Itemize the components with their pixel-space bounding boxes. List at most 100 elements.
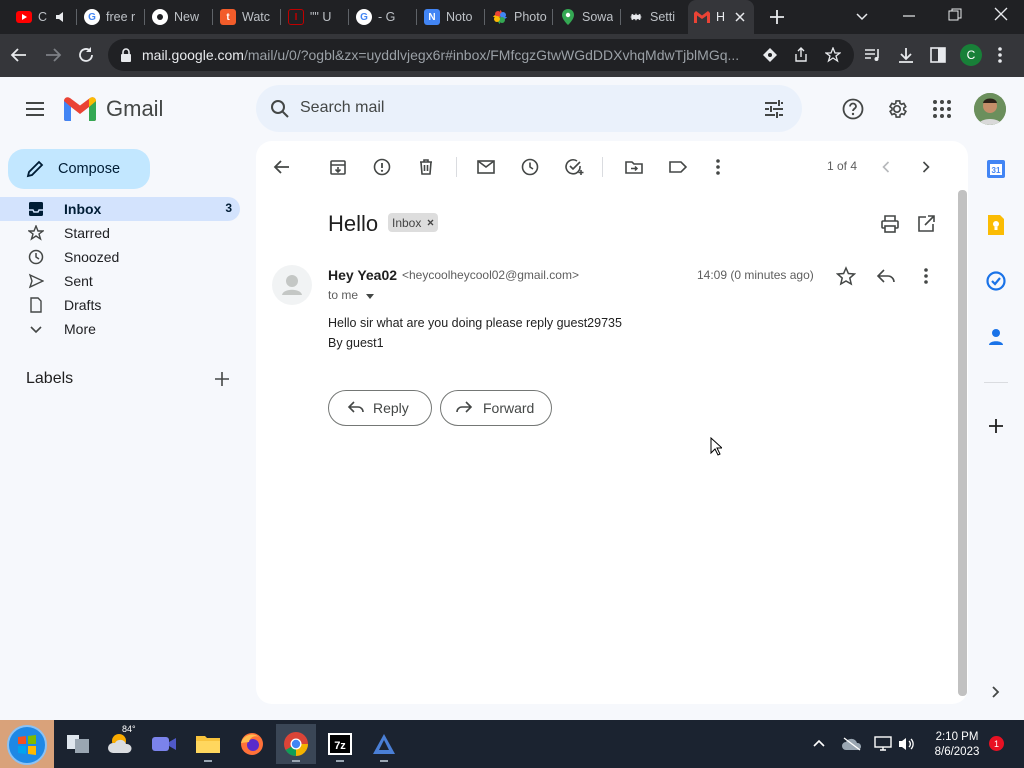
minimize-icon[interactable] xyxy=(902,9,916,23)
taskbar-clock-time[interactable]: 2:10 PM xyxy=(930,731,984,743)
restore-icon[interactable] xyxy=(948,8,962,22)
sidebar-item-sent[interactable]: Sent xyxy=(0,269,240,293)
tab-photos[interactable]: Photo xyxy=(492,4,548,30)
task-view-icon[interactable] xyxy=(58,724,98,764)
search-options-icon[interactable] xyxy=(764,99,784,119)
compose-button[interactable]: Compose xyxy=(8,149,150,189)
recipient-details[interactable]: to me xyxy=(328,288,375,302)
sidebar-item-starred[interactable]: Starred xyxy=(0,221,240,245)
forward-button[interactable]: Forward xyxy=(440,390,552,426)
bookmark-star-icon[interactable] xyxy=(825,47,841,63)
mark-unread-icon[interactable] xyxy=(476,157,496,177)
scrollbar[interactable] xyxy=(958,190,967,696)
expand-panel-chevron-icon[interactable] xyxy=(984,680,1008,704)
sender-name[interactable]: Hey Yea02 xyxy=(328,267,397,283)
7zip-icon[interactable]: 7z xyxy=(320,724,360,764)
snooze-clock-icon[interactable] xyxy=(520,157,540,177)
more-options-icon[interactable] xyxy=(708,157,728,177)
search-bar[interactable]: Search mail xyxy=(256,85,802,132)
browser-toolbar: mail.google.com/mail/u/0/?ogbl&zx=uyddlv… xyxy=(0,34,1024,77)
search-input[interactable]: Search mail xyxy=(300,99,384,117)
search-icon[interactable] xyxy=(270,99,290,119)
media-controls-icon[interactable] xyxy=(864,47,882,63)
sidebar-item-drafts[interactable]: Drafts xyxy=(0,293,240,317)
url-text[interactable]: mail.google.com/mail/u/0/?ogbl&zx=uyddlv… xyxy=(142,47,748,63)
sidebar-item-inbox[interactable]: Inbox 3 xyxy=(0,197,240,221)
tab-u[interactable]: I "" U xyxy=(288,4,344,30)
new-tab-icon[interactable] xyxy=(767,7,787,27)
notification-badge[interactable]: 1 xyxy=(989,736,1004,751)
browser-tab-bar: C G free r New t Watc I "" U G - G N Not… xyxy=(0,0,1024,34)
send-icon xyxy=(28,273,44,289)
reload-icon[interactable] xyxy=(77,46,95,64)
email-more-icon[interactable] xyxy=(916,266,936,286)
lens-icon[interactable] xyxy=(762,47,778,63)
newer-chevron-icon[interactable] xyxy=(876,157,896,177)
back-to-inbox-icon[interactable] xyxy=(272,157,292,177)
tab-youtube[interactable]: C xyxy=(16,4,72,30)
delete-trash-icon[interactable] xyxy=(416,157,436,177)
tab-gmail-active[interactable]: H xyxy=(688,0,754,34)
share-icon[interactable] xyxy=(793,47,809,63)
label-tag-icon[interactable] xyxy=(668,157,688,177)
forward-arrow-icon[interactable] xyxy=(44,46,62,64)
tab-maps[interactable]: Sowa xyxy=(560,4,616,30)
tab-watch[interactable]: t Watc xyxy=(220,4,276,30)
keep-notes-icon[interactable] xyxy=(984,213,1008,237)
chrome-taskbar-icon[interactable] xyxy=(276,724,316,764)
tasks-icon[interactable] xyxy=(984,269,1008,293)
gmail-logo[interactable]: Gmail xyxy=(64,96,163,122)
file-explorer-icon[interactable] xyxy=(188,724,228,764)
firefox-icon[interactable] xyxy=(232,724,272,764)
calendar-icon[interactable]: 31 xyxy=(984,157,1008,181)
open-new-window-icon[interactable] xyxy=(916,214,936,234)
add-task-icon[interactable] xyxy=(564,157,584,177)
start-button[interactable] xyxy=(0,720,54,768)
move-to-folder-icon[interactable] xyxy=(624,157,644,177)
sender-avatar[interactable] xyxy=(272,265,312,305)
help-icon[interactable] xyxy=(842,98,864,120)
tab-new[interactable]: New xyxy=(152,4,208,30)
tab-g[interactable]: G - G xyxy=(356,4,412,30)
kebab-menu-icon[interactable] xyxy=(997,46,1003,64)
caret-down-icon[interactable] xyxy=(365,292,375,300)
reply-button[interactable]: Reply xyxy=(328,390,432,426)
main-menu-icon[interactable] xyxy=(24,98,46,120)
apps-grid-icon[interactable] xyxy=(932,99,952,119)
onedrive-offline-icon[interactable] xyxy=(842,736,862,752)
video-camera-icon[interactable] xyxy=(144,724,184,764)
app-triangle-icon[interactable] xyxy=(364,724,404,764)
add-label-icon[interactable] xyxy=(214,371,230,387)
weather-icon[interactable]: 84° xyxy=(102,724,142,764)
taskbar-clock-date[interactable]: 8/6/2023 xyxy=(930,746,984,758)
side-panel-icon[interactable] xyxy=(929,46,947,64)
report-spam-icon[interactable] xyxy=(372,157,392,177)
profile-avatar[interactable]: C xyxy=(960,44,982,66)
reply-icon[interactable] xyxy=(876,266,896,286)
tab-settings[interactable]: Setti xyxy=(628,4,684,30)
remove-label-icon[interactable] xyxy=(427,219,434,226)
back-arrow-icon[interactable] xyxy=(10,46,28,64)
archive-icon[interactable] xyxy=(328,157,348,177)
tab-free[interactable]: G free r xyxy=(84,4,140,30)
show-hidden-icons-chevron-icon[interactable] xyxy=(812,737,826,751)
tab-noto[interactable]: N Noto xyxy=(424,4,480,30)
older-chevron-icon[interactable] xyxy=(916,157,936,177)
lock-icon[interactable] xyxy=(120,48,132,62)
address-bar[interactable]: mail.google.com/mail/u/0/?ogbl&zx=uyddlv… xyxy=(108,39,854,71)
close-tab-icon[interactable] xyxy=(735,12,745,22)
account-avatar[interactable] xyxy=(974,93,1006,125)
sidebar-item-more[interactable]: More xyxy=(0,317,240,341)
network-icon[interactable] xyxy=(874,736,892,752)
star-email-icon[interactable] xyxy=(836,266,856,286)
contacts-icon[interactable] xyxy=(984,325,1008,349)
download-icon[interactable] xyxy=(897,46,915,64)
inbox-label-chip[interactable]: Inbox xyxy=(388,213,439,232)
add-addon-icon[interactable] xyxy=(984,414,1008,438)
close-window-icon[interactable] xyxy=(994,7,1008,21)
print-icon[interactable] xyxy=(880,214,900,234)
settings-gear-icon[interactable] xyxy=(886,98,908,120)
sidebar-item-snoozed[interactable]: Snoozed xyxy=(0,245,240,269)
chevron-down-icon[interactable] xyxy=(855,9,869,23)
volume-icon[interactable] xyxy=(898,736,916,752)
